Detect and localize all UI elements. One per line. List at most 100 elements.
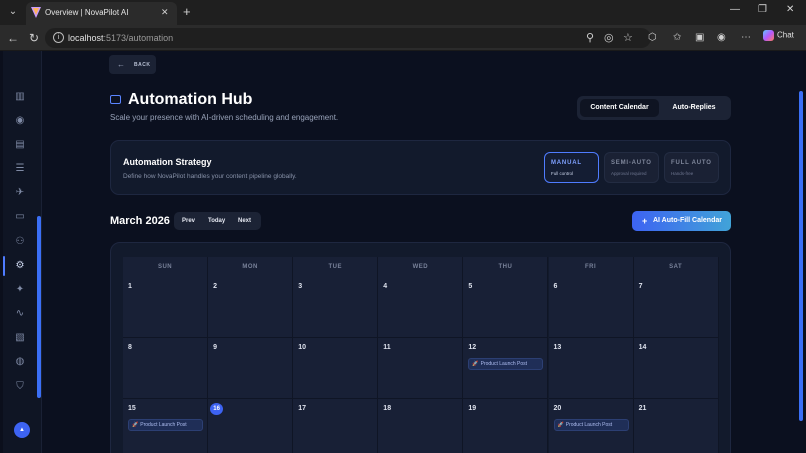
- next-month-button[interactable]: Next: [238, 212, 251, 230]
- weekday-header: MON: [208, 257, 294, 277]
- shield-icon[interactable]: ⛉: [13, 380, 27, 394]
- browser-tab-bar: ⌄ Overview | NovaPilot AI ✕ + — ❐ ✕: [0, 0, 806, 25]
- month-nav: Prev Today Next: [174, 212, 261, 230]
- calendar-day-cell[interactable]: 19: [463, 399, 549, 453]
- tab-close-icon[interactable]: ✕: [161, 7, 169, 18]
- day-number: 4: [383, 283, 388, 290]
- calendar-day-cell[interactable]: 8: [123, 338, 209, 399]
- back-button[interactable]: ← BACK: [109, 55, 156, 74]
- rocket-icon[interactable]: ✈: [13, 186, 27, 200]
- calendar-day-cell[interactable]: 11: [378, 338, 464, 399]
- back-arrow-icon[interactable]: ←: [7, 31, 19, 45]
- prev-month-button[interactable]: Prev: [182, 212, 195, 230]
- copilot-chat-button[interactable]: Chat: [763, 30, 794, 41]
- mode-full-auto[interactable]: FULL AUTO Hands-free: [664, 152, 719, 183]
- weekday-header: SUN: [123, 257, 209, 277]
- calendar-event[interactable]: 🚀 Product Launch Post: [468, 358, 544, 370]
- month-label: March 2026: [110, 215, 170, 227]
- calendar-day-cell[interactable]: 5: [463, 277, 549, 338]
- url-text: localhost:5173/automation: [68, 33, 174, 43]
- calendar-day-cell[interactable]: 9: [208, 338, 294, 399]
- calendar-day-cell[interactable]: 1: [123, 277, 209, 338]
- app-root: ▥ ◉ ▤ ☰ ✈ ▭ ⚇ ⚙ ✦ ∿ ▧ ◍ ⛉ ▲ ← BACK Autom…: [3, 51, 803, 453]
- day-number: 2: [213, 283, 217, 290]
- restore-button[interactable]: ❐: [758, 4, 767, 15]
- calendar-day-cell[interactable]: 7: [633, 277, 719, 338]
- arrow-left-icon: ←: [117, 60, 126, 69]
- users-icon[interactable]: ⚇: [13, 235, 27, 249]
- more-menu-icon[interactable]: ⋯: [741, 32, 751, 43]
- url-field[interactable]: i localhost:5173/automation ⚲ ◎ ☆: [45, 28, 651, 48]
- extensions-icon[interactable]: ⬡: [648, 32, 657, 43]
- calendar-day-cell[interactable]: 15 🚀 Product Launch Post: [123, 399, 209, 453]
- day-number: 3: [298, 283, 303, 290]
- read-aloud-icon[interactable]: ◎: [604, 31, 614, 44]
- calendar-event[interactable]: 🚀 Product Launch Post: [128, 419, 203, 431]
- today-button[interactable]: Today: [208, 212, 225, 230]
- weekday-header: TUE: [293, 257, 379, 277]
- close-window-button[interactable]: ✕: [786, 4, 794, 15]
- site-info-icon[interactable]: i: [53, 32, 64, 43]
- strategy-title: Automation Strategy: [123, 157, 212, 167]
- mode-semi-auto[interactable]: SEMI-AUTO Approval required: [604, 152, 659, 183]
- browser-tab[interactable]: Overview | NovaPilot AI ✕: [26, 2, 177, 25]
- calendar-day-cell[interactable]: 13: [548, 338, 634, 399]
- page-scrollbar[interactable]: [799, 91, 803, 421]
- weekday-header: THU: [463, 257, 549, 277]
- ticket-icon[interactable]: ▧: [13, 331, 27, 345]
- day-number: 19: [468, 405, 477, 412]
- calendar-day-cell[interactable]: 16: [208, 399, 294, 453]
- favorites-icon[interactable]: ✩: [673, 32, 681, 43]
- calendar-day-cell[interactable]: 17: [293, 399, 379, 453]
- weekday-header: SAT: [633, 257, 719, 277]
- file-icon[interactable]: ▭: [13, 210, 27, 224]
- collections-icon[interactable]: ▣: [695, 32, 704, 43]
- sidebar-scrollbar[interactable]: [37, 216, 41, 398]
- favorite-star-icon[interactable]: ☆: [623, 31, 633, 44]
- database-icon[interactable]: ☰: [13, 162, 27, 176]
- new-tab-button[interactable]: +: [183, 4, 191, 19]
- tab-content-calendar[interactable]: Content Calendar: [580, 99, 659, 117]
- day-number: 14: [638, 344, 647, 351]
- day-number: 17: [298, 405, 306, 412]
- reload-icon[interactable]: ↻: [29, 31, 39, 45]
- chart-icon[interactable]: ▥: [13, 90, 27, 104]
- strategy-card: Automation Strategy Define how NovaPilot…: [110, 140, 731, 195]
- minimize-button[interactable]: —: [730, 4, 740, 15]
- calendar-day-cell[interactable]: 18: [378, 399, 464, 453]
- ai-auto-fill-button[interactable]: + AI Auto-Fill Calendar: [632, 211, 731, 231]
- weekday-header: WED: [378, 257, 464, 277]
- day-number: 18: [383, 405, 392, 412]
- robot-icon: [110, 95, 121, 104]
- calendar-day-cell[interactable]: 4: [378, 277, 464, 338]
- calendar-day-cell[interactable]: 2: [208, 277, 294, 338]
- view-toggle: Content Calendar Auto-Replies: [577, 96, 731, 120]
- gear-icon[interactable]: ⚙: [13, 259, 27, 273]
- calendar-day-cell[interactable]: 12 🚀 Product Launch Post: [463, 338, 549, 399]
- avatar[interactable]: ▲: [14, 422, 30, 438]
- calendar-day-cell[interactable]: 21: [633, 399, 719, 453]
- calendar-day-cell[interactable]: 20 🚀 Product Launch Post: [548, 399, 634, 453]
- calendar-day-cell[interactable]: 14: [633, 338, 719, 399]
- calendar-day-cell[interactable]: 10: [293, 338, 379, 399]
- copilot-icon: [763, 30, 774, 41]
- profile-icon[interactable]: ◉: [717, 32, 726, 43]
- day-number: 1: [128, 283, 132, 290]
- calendar-event[interactable]: 🚀 Product Launch Post: [553, 419, 629, 431]
- document-icon[interactable]: ▤: [13, 138, 27, 152]
- calendar-day-cell[interactable]: 6: [548, 277, 634, 338]
- eye-icon[interactable]: ◉: [13, 114, 27, 128]
- day-number: 6: [553, 283, 558, 290]
- rocket-icon: 🚀: [132, 422, 139, 428]
- zoom-icon[interactable]: ⚲: [586, 31, 594, 44]
- day-number: 9: [213, 344, 217, 351]
- day-number: 15: [128, 405, 136, 412]
- day-number: 12: [468, 344, 477, 351]
- magic-wand-icon[interactable]: ✦: [13, 283, 27, 297]
- mode-manual[interactable]: MANUAL Full control: [544, 152, 599, 183]
- tab-list-button[interactable]: ⌄: [5, 4, 21, 20]
- calendar-day-cell[interactable]: 3: [293, 277, 379, 338]
- tab-auto-replies[interactable]: Auto-Replies: [660, 99, 728, 117]
- activity-icon[interactable]: ∿: [13, 307, 27, 321]
- support-icon[interactable]: ◍: [13, 355, 27, 369]
